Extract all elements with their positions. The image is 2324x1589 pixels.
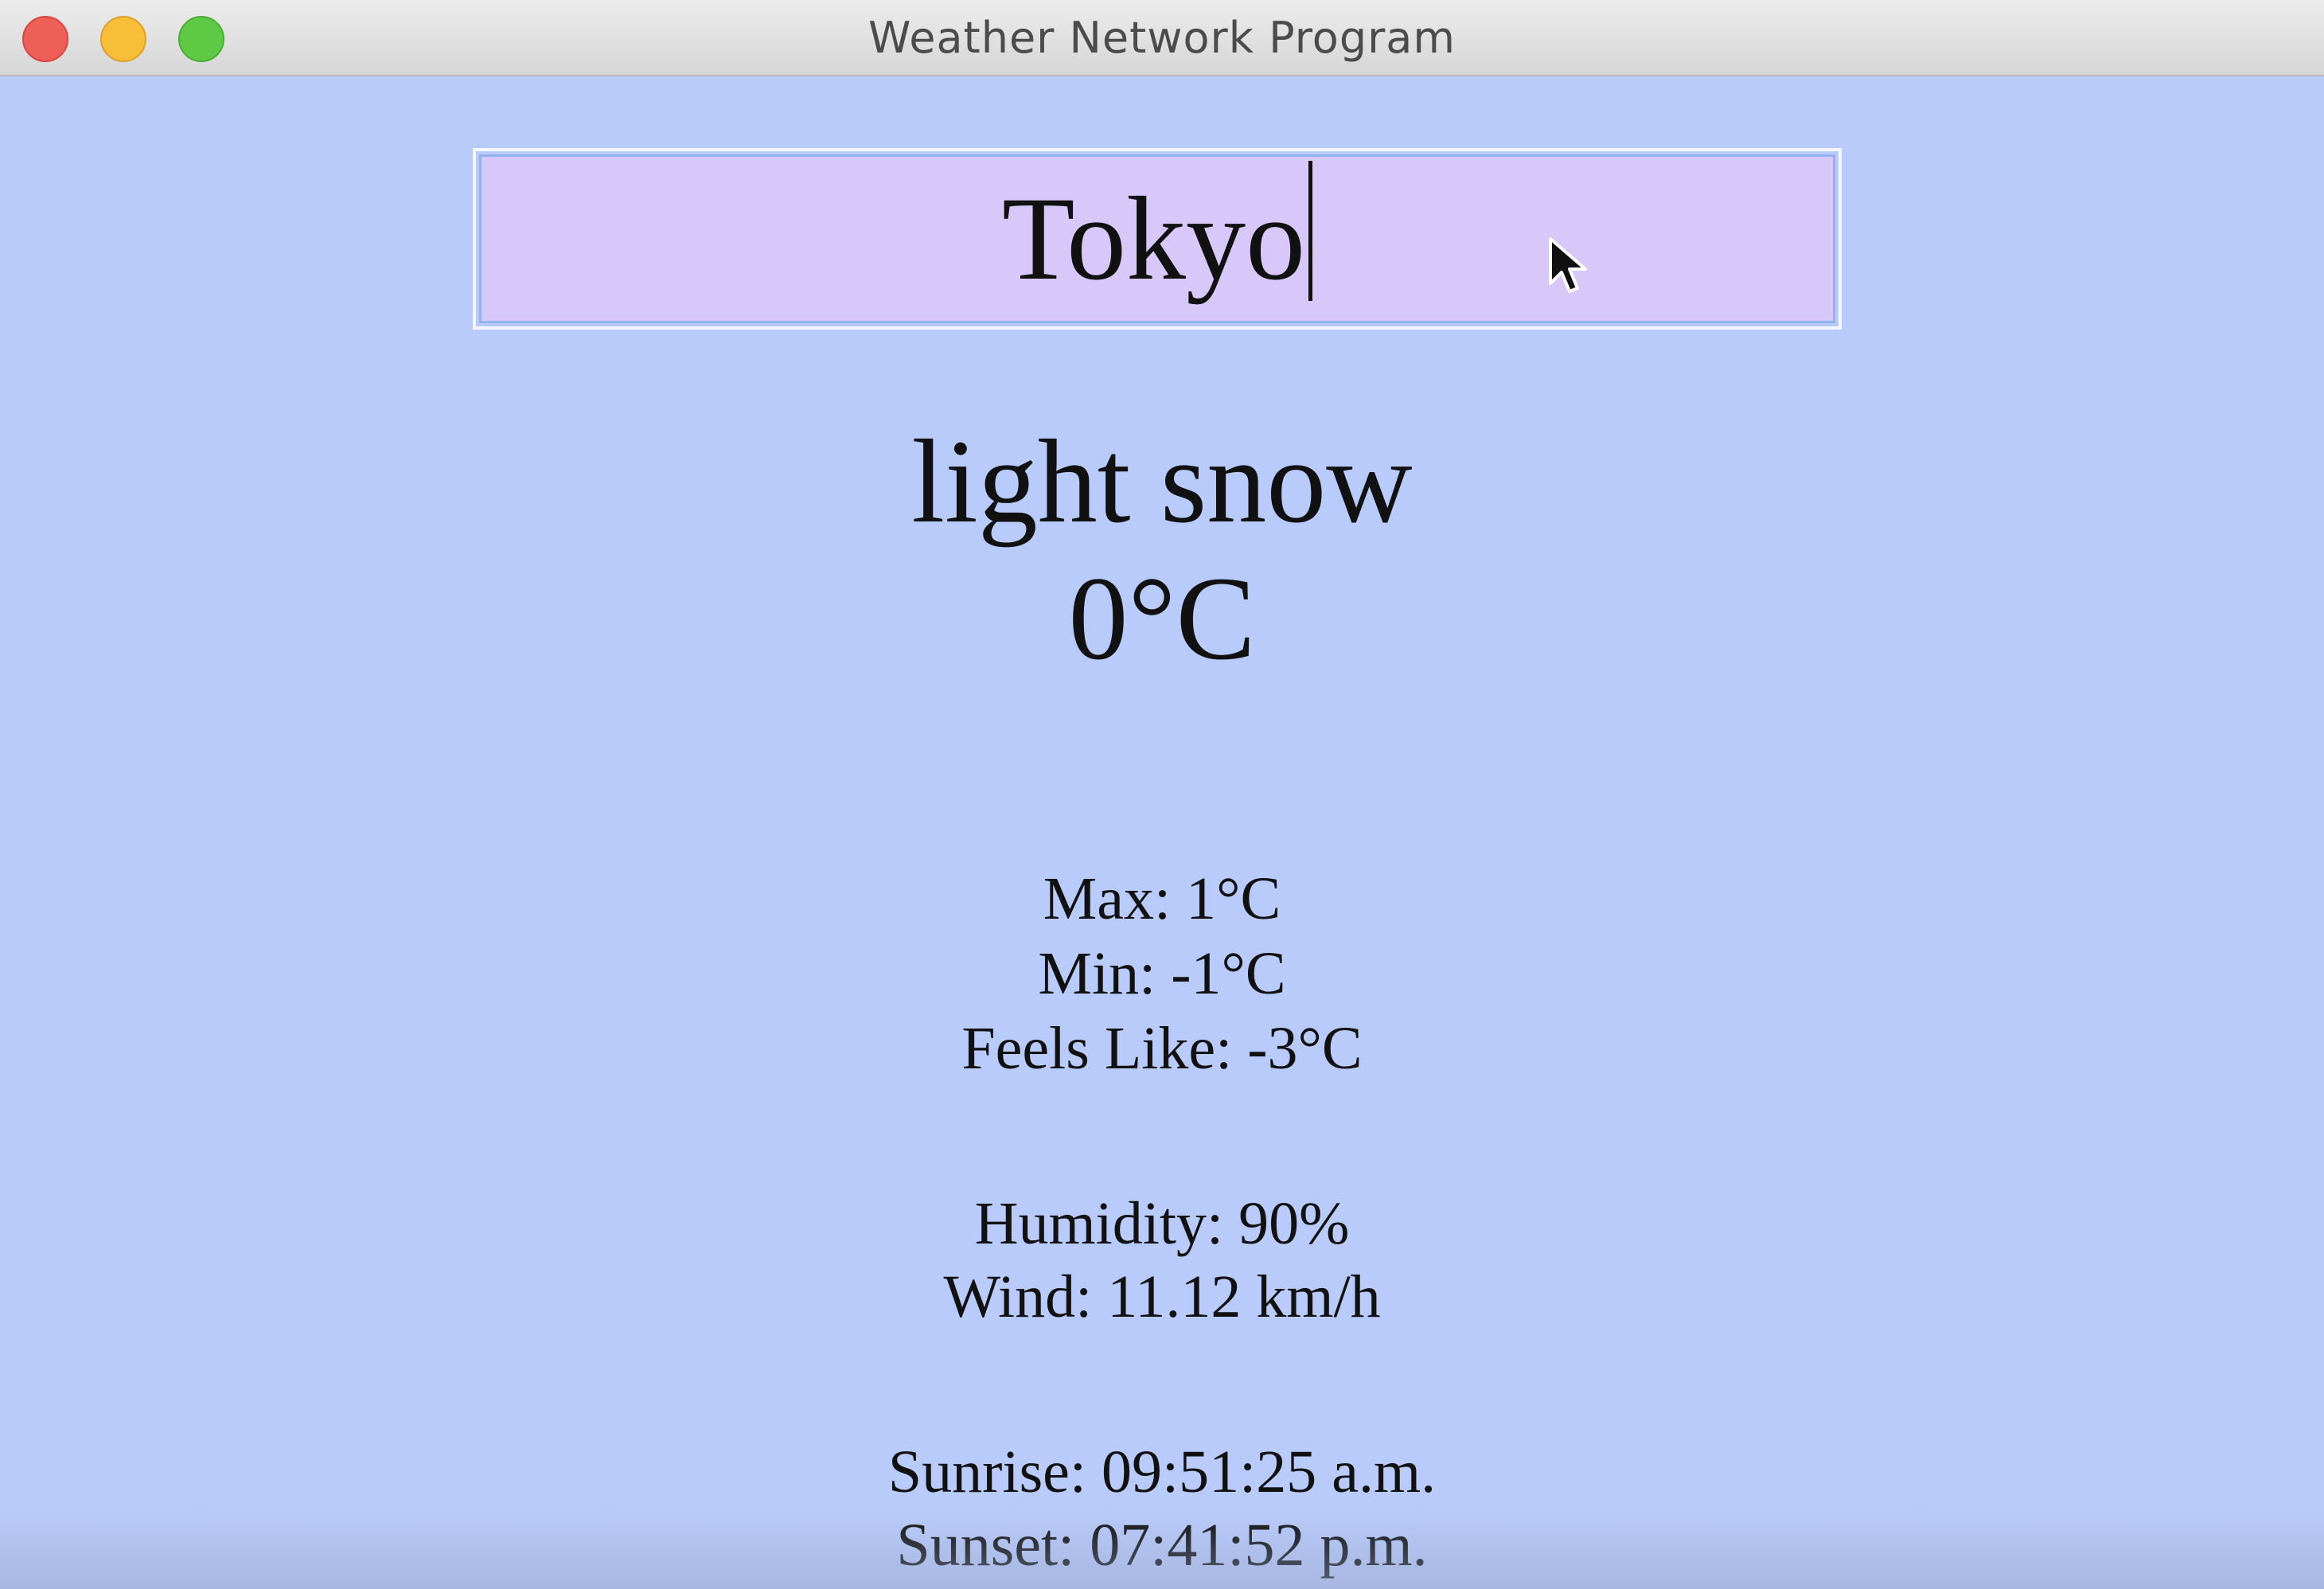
city-search-text-container[interactable]: Tokyo	[482, 157, 1833, 321]
app-window: Weather Network Program Tokyo light snow…	[0, 0, 2324, 1589]
weather-description: light snow	[911, 416, 1413, 548]
city-search-input[interactable]: Tokyo	[479, 154, 1835, 323]
city-search-field[interactable]: Tokyo	[473, 148, 1842, 330]
feels-like-temperature: Feels Like: -3°C	[961, 1015, 1363, 1082]
min-temperature: Min: -1°C	[1038, 940, 1286, 1007]
wind-speed: Wind: 11.12 km/h	[943, 1263, 1381, 1330]
current-temperature: 0°C	[1068, 552, 1256, 685]
city-search-value: Tokyo	[1001, 173, 1306, 305]
max-temperature: Max: 1°C	[1043, 865, 1281, 932]
title-bar[interactable]: Weather Network Program	[0, 0, 2324, 76]
humidity: Humidity: 90%	[974, 1190, 1350, 1257]
window-title: Weather Network Program	[868, 13, 1456, 63]
mouse-pointer-icon	[1549, 237, 1587, 293]
text-caret	[1308, 161, 1313, 301]
sunrise-time: Sunrise: 09:51:25 a.m.	[887, 1439, 1437, 1505]
sunset-time: Sunset: 07:41:52 p.m.	[896, 1512, 1428, 1579]
